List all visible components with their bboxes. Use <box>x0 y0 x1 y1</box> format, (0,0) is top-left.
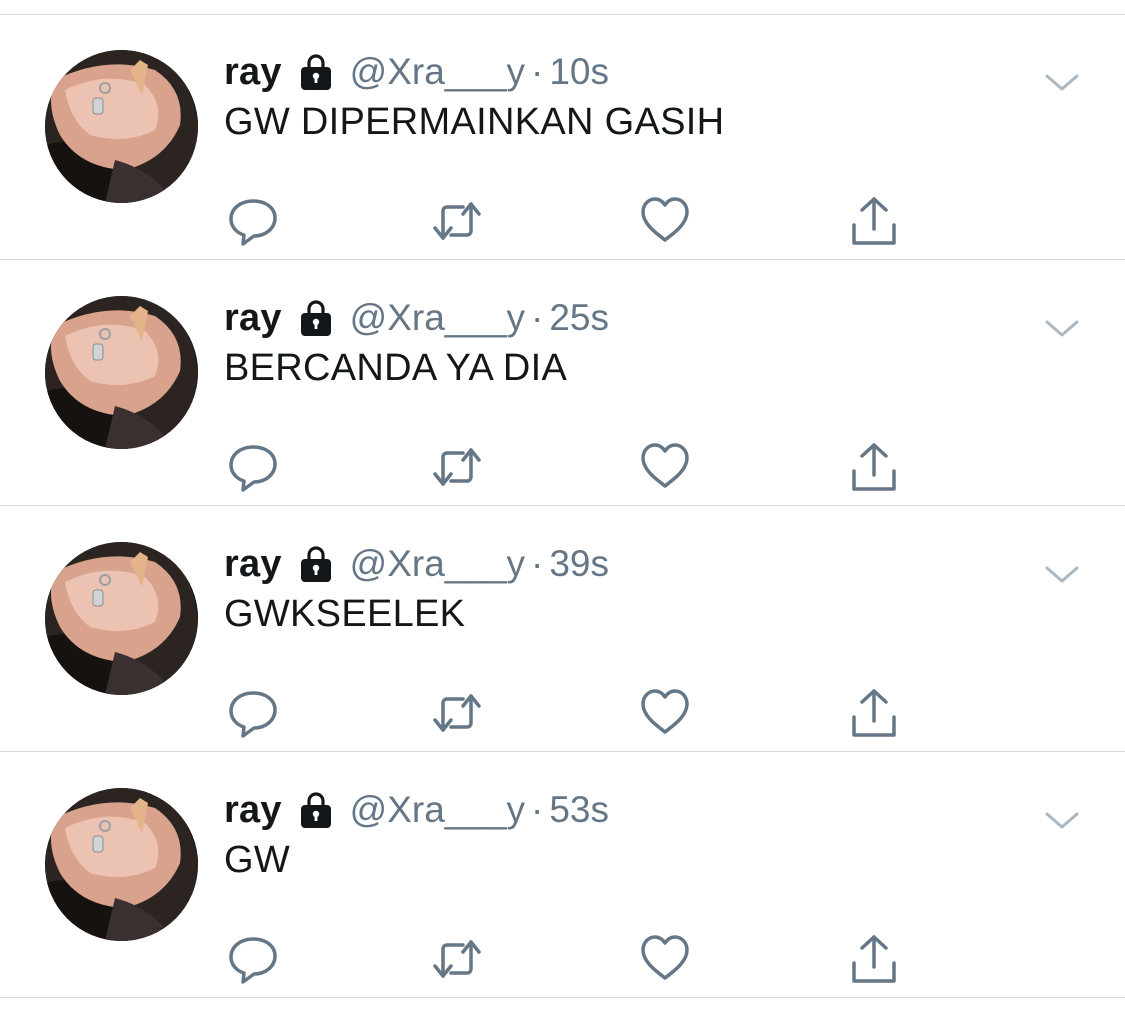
display-name[interactable]: ray <box>224 543 282 586</box>
reply-icon[interactable] <box>227 441 279 493</box>
heart-icon[interactable] <box>639 195 691 247</box>
share-icon[interactable] <box>848 687 900 739</box>
chevron-down-icon[interactable] <box>1044 317 1080 341</box>
heart-icon[interactable] <box>639 687 691 739</box>
username[interactable]: @Xra___y <box>350 51 525 93</box>
tweet-header: ray @Xra___y · 39s <box>224 541 609 587</box>
heart-icon[interactable] <box>639 933 691 985</box>
display-name[interactable]: ray <box>224 789 282 832</box>
display-name[interactable]: ray <box>224 51 282 94</box>
reply-icon[interactable] <box>227 195 279 247</box>
lock-icon <box>296 52 336 92</box>
tweet-text: GW <box>224 839 291 881</box>
retweet-icon[interactable] <box>431 195 483 247</box>
tweet[interactable]: ray @Xra___y · 53s GW <box>0 753 1125 998</box>
display-name[interactable]: ray <box>224 297 282 340</box>
tweet[interactable]: ray @Xra___y · 39s GWKSEELEK <box>0 507 1125 752</box>
share-icon[interactable] <box>848 441 900 493</box>
tweet[interactable]: ray @Xra___y · 10s GW DIPERMAINKAN GASIH <box>0 15 1125 260</box>
reply-icon[interactable] <box>227 933 279 985</box>
divider <box>0 997 1125 998</box>
avatar[interactable] <box>45 788 198 941</box>
timestamp[interactable]: 10s <box>549 51 609 93</box>
lock-icon <box>296 544 336 584</box>
retweet-icon[interactable] <box>431 933 483 985</box>
timeline: ray @Xra___y · 10s GW DIPERMAINKAN GASIH <box>0 0 1125 1011</box>
username[interactable]: @Xra___y <box>350 543 525 585</box>
timestamp[interactable]: 25s <box>549 297 609 339</box>
tweet-text: GW DIPERMAINKAN GASIH <box>224 101 725 143</box>
timestamp[interactable]: 39s <box>549 543 609 585</box>
chevron-down-icon[interactable] <box>1044 71 1080 95</box>
reply-icon[interactable] <box>227 687 279 739</box>
heart-icon[interactable] <box>639 441 691 493</box>
separator: · <box>531 789 544 830</box>
username[interactable]: @Xra___y <box>350 297 525 339</box>
separator: · <box>531 543 544 584</box>
lock-icon <box>296 790 336 830</box>
chevron-down-icon[interactable] <box>1044 809 1080 833</box>
retweet-icon[interactable] <box>431 441 483 493</box>
avatar[interactable] <box>45 542 198 695</box>
tweet-text: BERCANDA YA DIA <box>224 347 568 389</box>
tweet-text: GWKSEELEK <box>224 593 466 635</box>
chevron-down-icon[interactable] <box>1044 563 1080 587</box>
tweet-header: ray @Xra___y · 25s <box>224 295 609 341</box>
lock-icon <box>296 298 336 338</box>
tweet[interactable]: ray @Xra___y · 25s BERCANDA YA DIA <box>0 261 1125 506</box>
separator: · <box>531 297 544 338</box>
divider <box>0 259 1125 260</box>
separator: · <box>531 51 544 92</box>
divider <box>0 505 1125 506</box>
share-icon[interactable] <box>848 933 900 985</box>
username[interactable]: @Xra___y <box>350 789 525 831</box>
avatar[interactable] <box>45 296 198 449</box>
divider <box>0 751 1125 752</box>
share-icon[interactable] <box>848 195 900 247</box>
tweet-header: ray @Xra___y · 10s <box>224 49 609 95</box>
retweet-icon[interactable] <box>431 687 483 739</box>
timestamp[interactable]: 53s <box>549 789 609 831</box>
tweet-header: ray @Xra___y · 53s <box>224 787 609 833</box>
avatar[interactable] <box>45 50 198 203</box>
